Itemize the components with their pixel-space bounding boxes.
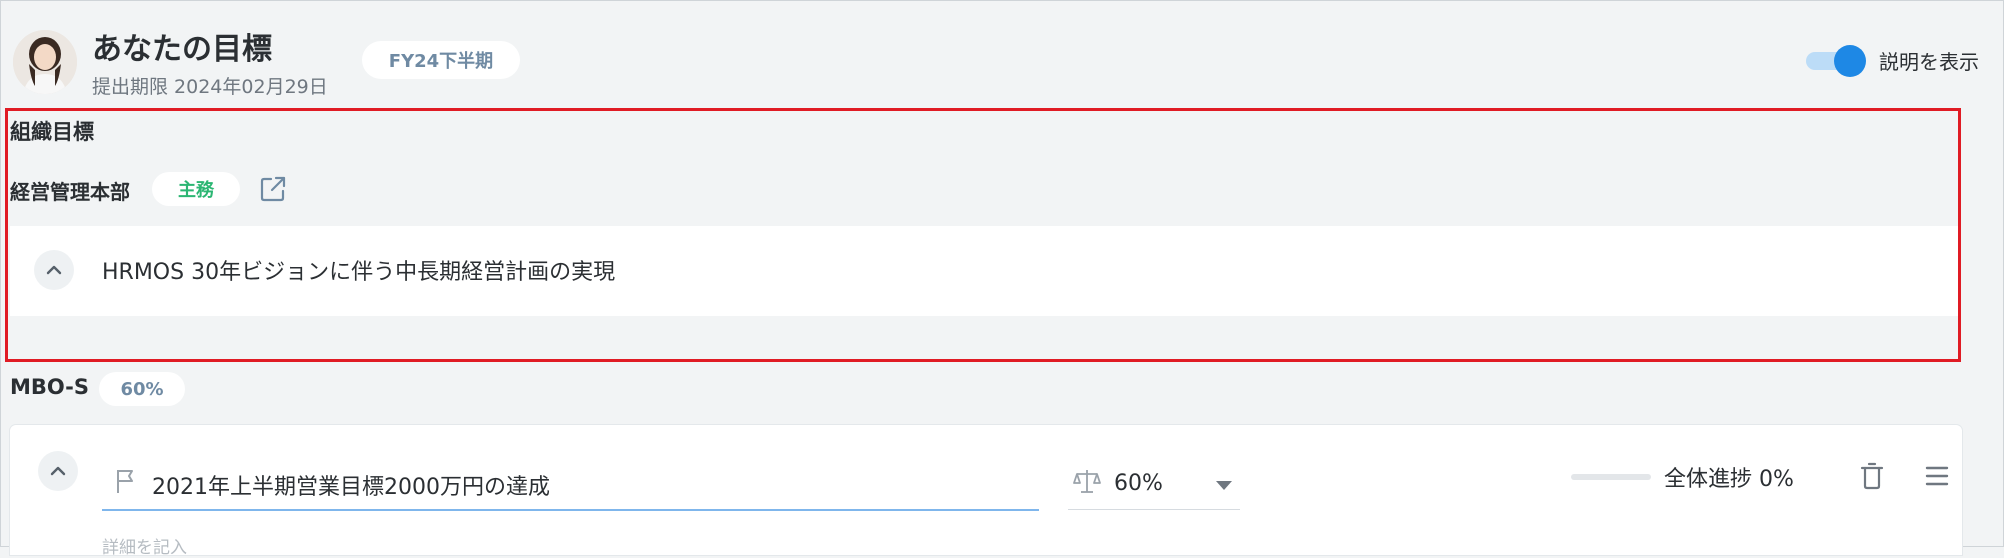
flag-icon [114, 467, 138, 495]
page-title: あなたの目標 [92, 32, 272, 67]
menu-icon[interactable] [1924, 463, 1950, 489]
show-description-toggle[interactable] [1806, 45, 1866, 77]
submission-deadline: 提出期限 2024年02月29日 [92, 76, 328, 98]
progress-bar [1571, 474, 1651, 480]
org-goal-row: HRMOS 30年ビジョンに伴う中長期経営計画の実現 [10, 226, 1958, 316]
description-placeholder[interactable]: 詳細を記入 [102, 533, 187, 558]
org-goal-text: HRMOS 30年ビジョンに伴う中長期経営計画の実現 [102, 260, 616, 285]
collapse-button[interactable] [34, 250, 74, 290]
external-link-icon[interactable] [258, 174, 288, 204]
weight-value: 60% [1114, 471, 1163, 496]
trash-icon[interactable] [1858, 461, 1886, 491]
mbo-weight-badge: 60% [99, 372, 185, 406]
mbo-goal-card: 2021年上半期営業目標2000万円の達成 60% 全体進捗 0% 詳細を記入 [10, 425, 1962, 558]
role-badge: 主務 [152, 172, 240, 206]
weight-select[interactable]: 60% [1068, 453, 1240, 510]
user-avatar [13, 30, 77, 94]
collapse-button[interactable] [38, 451, 78, 491]
overall-progress: 全体進捗 0% [1664, 467, 1794, 492]
toggle-knob [1834, 45, 1866, 77]
chevron-up-icon [46, 265, 62, 275]
dropdown-caret-icon [1216, 481, 1232, 490]
toggle-label: 説明を表示 [1879, 50, 1979, 74]
goal-title-input[interactable]: 2021年上半期営業目標2000万円の達成 [102, 453, 1039, 511]
department-name: 経営管理本部 [10, 180, 130, 204]
scale-icon [1072, 467, 1102, 495]
period-badge[interactable]: FY24下半期 [362, 41, 520, 79]
mbo-section-title: MBO-S [10, 375, 89, 399]
chevron-up-icon [50, 466, 66, 476]
org-goals-title: 組織目標 [10, 120, 94, 144]
goal-title-value: 2021年上半期営業目標2000万円の達成 [152, 475, 550, 500]
